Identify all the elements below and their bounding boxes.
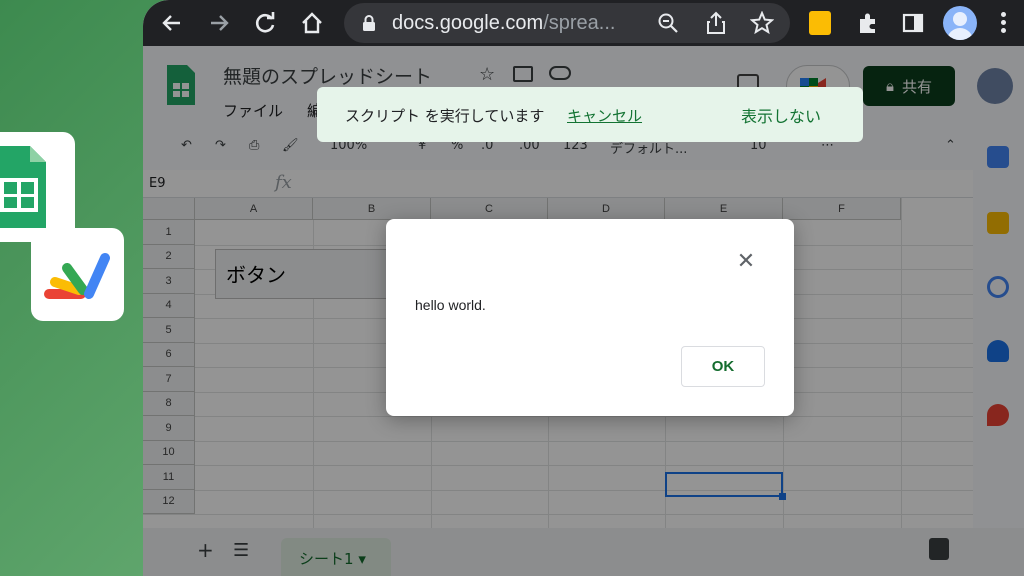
keep-extension-icon[interactable] <box>809 11 831 35</box>
google-sheets-logo-card <box>0 132 75 242</box>
apps-script-logo-icon <box>44 253 110 299</box>
bookmark-star-icon[interactable] <box>750 11 774 35</box>
share-icon[interactable] <box>705 11 727 35</box>
profile-avatar-icon[interactable] <box>943 6 977 40</box>
snackbar-cancel-link[interactable]: キャンセル <box>567 105 642 126</box>
address-bar[interactable]: docs.google.com/sprea... <box>344 3 790 43</box>
back-icon[interactable] <box>159 10 185 36</box>
url-text: docs.google.com/sprea... <box>392 12 615 35</box>
more-vert-icon[interactable] <box>999 10 1007 36</box>
reload-icon[interactable] <box>252 10 278 36</box>
extensions-puzzle-icon[interactable] <box>856 11 880 35</box>
ok-button[interactable]: OK <box>681 346 765 387</box>
side-panel-icon[interactable] <box>902 12 924 34</box>
google-sheets-logo-icon <box>0 146 46 228</box>
apps-script-logo-card <box>31 228 124 321</box>
home-icon[interactable] <box>299 10 325 36</box>
lock-icon <box>363 15 375 31</box>
snackbar-message: スクリプト を実行しています <box>345 107 545 125</box>
dialog-message: hello world. <box>415 297 486 313</box>
script-running-snackbar: スクリプト を実行しています キャンセル 表示しない <box>317 87 863 142</box>
snackbar-dismiss-button[interactable]: 表示しない <box>741 103 821 127</box>
alert-dialog: ✕ hello world. OK <box>386 219 794 416</box>
forward-icon[interactable] <box>206 10 232 36</box>
url-path: /sprea... <box>543 12 616 34</box>
zoom-icon[interactable] <box>657 12 679 34</box>
url-host: docs.google.com <box>392 12 544 34</box>
browser-toolbar: docs.google.com/sprea... <box>143 0 1024 46</box>
close-icon[interactable]: ✕ <box>736 251 756 273</box>
